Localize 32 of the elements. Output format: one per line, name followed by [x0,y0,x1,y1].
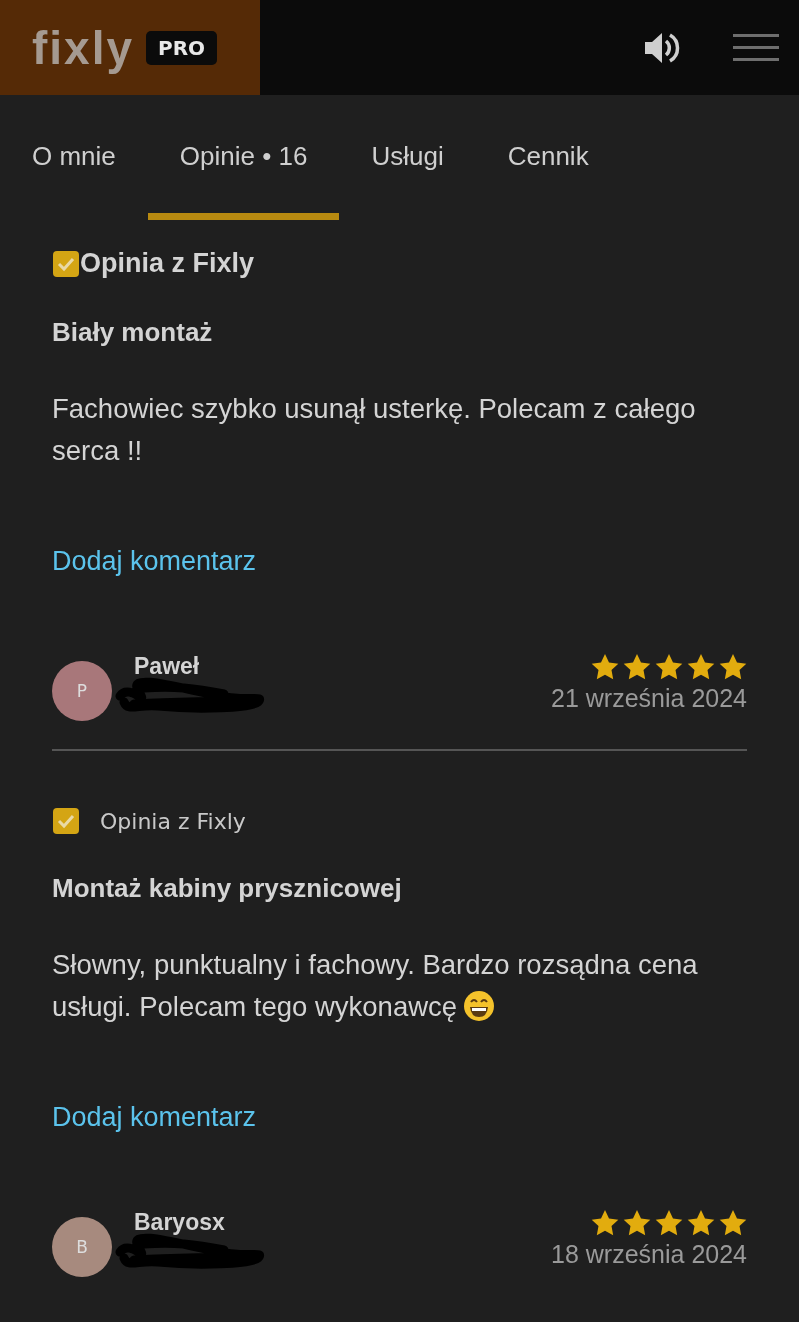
star-icon [591,1209,619,1236]
review-date: 21 września 2024 [551,684,747,713]
star-icon [687,1209,715,1236]
add-comment-link[interactable]: Dodaj komentarz [52,546,257,577]
tab[interactable]: Usługi [339,95,476,220]
avatar: P [52,661,112,721]
star-icon [623,653,651,680]
review-text: Fachowiec szybko usunął usterkę. Polecam z całego serca !! [52,393,696,466]
author-name: Paweł [134,653,201,680]
star-icon [623,1209,651,1236]
menu-icon [733,33,779,61]
star-icon [591,653,619,680]
star-icon [687,653,715,680]
review-date: 18 września 2024 [551,1240,747,1269]
star-icon [719,1209,747,1236]
avatar: B [52,1217,112,1277]
verified-label: Opinia z Fixly [100,808,246,834]
review-title: Biały montaż [52,317,214,348]
review-text: Słowny, punktualny i fachowy. Bardzo rozsądna cena usługi. Polecam tego wykonawcę [52,949,698,1022]
verified-label: Opinia z Fixly [80,248,255,279]
menu-icon[interactable] [733,32,779,63]
review-title: Montaż kabiny prysznicowej [52,873,403,904]
add-comment-link[interactable]: Dodaj komentarz [52,1102,257,1133]
logo[interactable]: fixly [32,20,135,75]
tab[interactable]: Cennik [475,95,621,220]
star-icon [655,1209,683,1236]
tab[interactable]: O mnie [0,95,148,220]
tab[interactable]: Opinie • 16 [147,95,340,220]
author-name: Baryosx [134,1209,226,1236]
star-icon [655,653,683,680]
pro-badge: PRO [146,30,218,65]
star-icon [719,653,747,680]
